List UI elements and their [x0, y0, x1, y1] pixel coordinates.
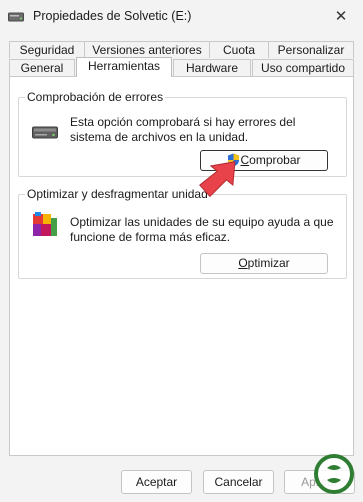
tab-panel-herramientas: Comprobación de errores Esta opción comp… [9, 76, 354, 456]
window-title: Propiedades de Solvetic (E:) [33, 9, 192, 23]
tab-versiones-anteriores[interactable]: Versiones anteriores [84, 41, 210, 58]
tab-personalizar[interactable]: Personalizar [268, 41, 354, 58]
tab-row-bottom: General Herramientas Hardware Uso compar… [9, 57, 354, 77]
defrag-icon [31, 210, 61, 243]
optimize-button[interactable]: Optimizar [200, 253, 328, 274]
tab-general[interactable]: General [9, 59, 75, 76]
tab-hardware[interactable]: Hardware [173, 59, 251, 76]
title-bar: Propiedades de Solvetic (E:) ✕ [0, 0, 363, 36]
pointer-arrow-icon [182, 150, 262, 212]
error-check-description-line2: sistema de archivos en la unidad. [70, 130, 249, 144]
tab-cuota[interactable]: Cuota [209, 41, 269, 58]
error-check-title: Comprobación de errores [25, 90, 166, 104]
logo-watermark-icon [300, 446, 360, 499]
tab-seguridad[interactable]: Seguridad [9, 41, 85, 58]
tab-row-top: Seguridad Versiones anteriores Cuota Per… [9, 41, 354, 59]
optimize-button-label: ptimizar [247, 256, 290, 270]
close-button[interactable]: ✕ [327, 4, 355, 30]
cancel-button[interactable]: Cancelar [203, 470, 274, 494]
optimize-button-mnemonic: O [238, 256, 248, 270]
drive-icon [8, 11, 24, 23]
optimize-description-line1: Optimizar las unidades de su equipo ayud… [70, 215, 334, 229]
properties-window: Propiedades de Solvetic (E:) ✕ Seguridad… [0, 0, 363, 499]
drive-icon [32, 124, 58, 143]
error-check-description-line1: Esta opción comprobará si hay errores de… [70, 115, 296, 129]
optimize-description-line2: funcione de forma más eficaz. [70, 230, 231, 244]
tab-herramientas[interactable]: Herramientas [76, 57, 172, 77]
tab-uso-compartido[interactable]: Uso compartido [252, 59, 354, 76]
accept-button[interactable]: Aceptar [121, 470, 192, 494]
